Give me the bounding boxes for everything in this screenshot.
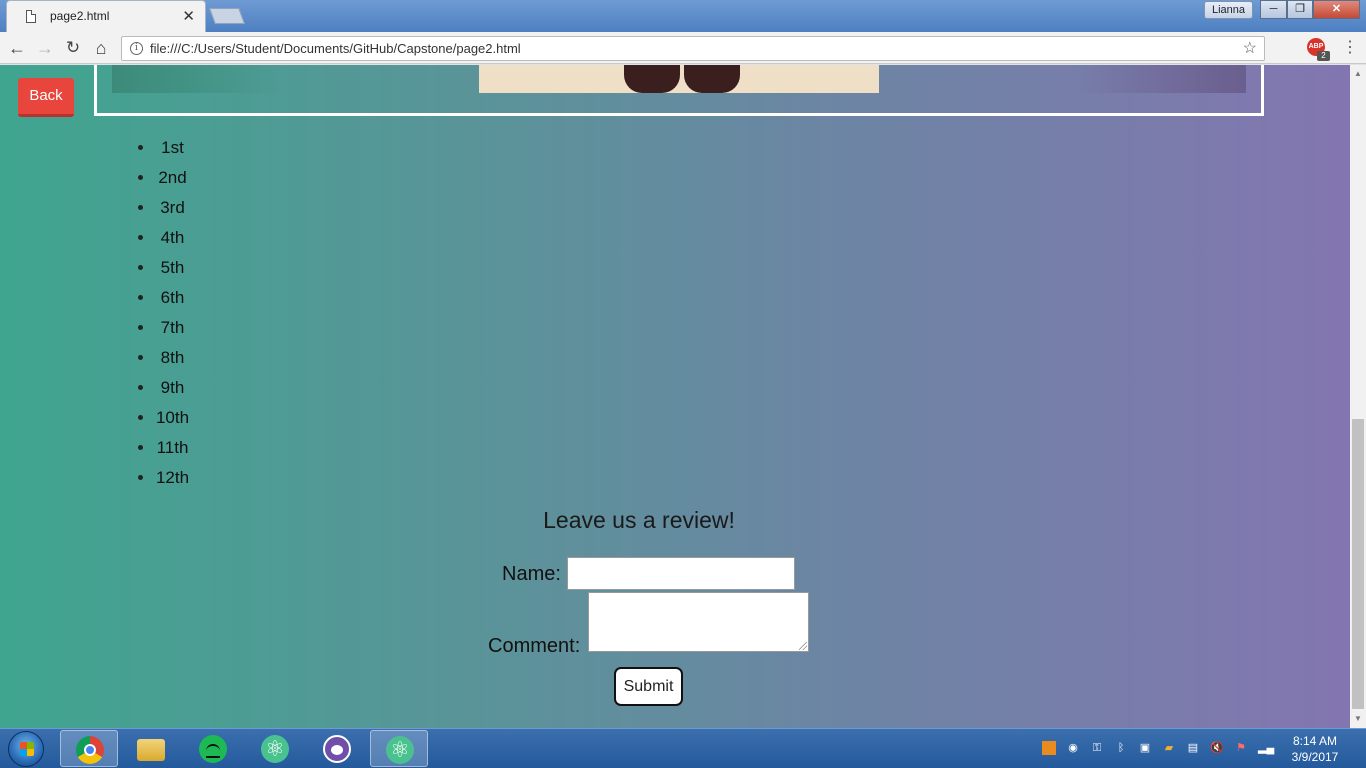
bullet-icon xyxy=(138,235,143,240)
list-item: 7th xyxy=(130,315,190,345)
list-item: 11th xyxy=(130,435,190,465)
scroll-down-icon[interactable]: ▼ xyxy=(1350,712,1366,726)
clock-time: 8:14 AM xyxy=(1292,734,1338,748)
tray-device-icon[interactable]: ▤ xyxy=(1186,741,1200,755)
bullet-icon xyxy=(138,415,143,420)
atom-icon xyxy=(261,735,289,763)
bookmark-star-icon[interactable]: ☆ xyxy=(1243,38,1257,58)
comment-textarea[interactable] xyxy=(588,592,809,652)
photo-figure-right xyxy=(684,65,740,93)
github-desktop-icon xyxy=(323,735,351,763)
network-signal-icon[interactable]: ▂▄ xyxy=(1258,741,1274,755)
tray-update-icon[interactable]: ◉ xyxy=(1066,741,1080,755)
tray-display-icon[interactable]: ▣ xyxy=(1138,741,1152,755)
info-icon[interactable]: i xyxy=(130,42,143,55)
atom-icon xyxy=(386,736,414,764)
taskbar-app-chrome[interactable] xyxy=(60,730,118,767)
document-icon xyxy=(26,10,36,23)
taskbar-app-spotify[interactable] xyxy=(184,730,242,767)
url-text[interactable]: file:///C:/Users/Student/Documents/GitHu… xyxy=(150,41,521,56)
comment-label: Comment: xyxy=(488,635,581,657)
grade-list: 1st 2nd 3rd 4th 5th 6th 7th 8th 9th 10th… xyxy=(130,135,190,495)
taskbar-app-github[interactable] xyxy=(308,730,366,767)
bullet-icon xyxy=(138,355,143,360)
bullet-icon xyxy=(138,265,143,270)
home-icon[interactable]: ⌂ xyxy=(90,37,112,59)
bullet-icon xyxy=(138,175,143,180)
bullet-icon xyxy=(138,445,143,450)
forward-arrow-icon[interactable]: → xyxy=(34,37,56,59)
chrome-icon xyxy=(76,736,104,764)
list-item: 12th xyxy=(130,465,190,495)
bluetooth-icon[interactable]: ᛒ xyxy=(1114,741,1128,755)
submit-button[interactable]: Submit xyxy=(614,667,683,706)
name-input[interactable] xyxy=(567,557,795,590)
resize-grip-icon[interactable] xyxy=(799,642,807,650)
bullet-icon xyxy=(138,385,143,390)
browser-toolbar: ← → ↻ ⌂ i file:///C:/Users/Student/Docum… xyxy=(0,32,1366,64)
browser-titlebar: page2.html ✕ Lianna ─ ❐ ✕ xyxy=(0,0,1366,32)
clock-date: 3/9/2017 xyxy=(1291,750,1339,764)
list-item: 8th xyxy=(130,345,190,375)
taskbar-app-atom-2[interactable] xyxy=(370,730,428,767)
list-item: 5th xyxy=(130,255,190,285)
taskbar-app-explorer[interactable] xyxy=(122,730,180,767)
spotify-icon xyxy=(199,735,227,763)
tray-key-icon[interactable]: ⚿ xyxy=(1090,741,1104,755)
page-viewport: Back 1st 2nd 3rd 4th 5th 6th 7th 8th 9th… xyxy=(0,65,1350,728)
minimize-button[interactable]: ─ xyxy=(1260,0,1287,19)
list-item: 6th xyxy=(130,285,190,315)
bullet-icon xyxy=(138,145,143,150)
tab-title: page2.html xyxy=(50,9,110,23)
bullet-icon xyxy=(138,295,143,300)
action-center-icon[interactable]: ⚑ xyxy=(1234,741,1248,755)
browser-menu-icon[interactable]: ⋮ xyxy=(1342,38,1358,58)
windows-taskbar: ◉ ⚿ ᛒ ▣ ▰ ▤ 🔇 ⚑ ▂▄ 8:14 AM 3/9/2017 xyxy=(0,728,1366,768)
list-item: 2nd xyxy=(130,165,190,195)
address-bar[interactable]: i file:///C:/Users/Student/Documents/Git… xyxy=(121,36,1265,61)
bullet-icon xyxy=(138,325,143,330)
back-button[interactable]: Back xyxy=(18,78,74,117)
list-item: 4th xyxy=(130,225,190,255)
tray-app-icon[interactable] xyxy=(1042,741,1056,755)
name-label: Name: xyxy=(502,563,561,585)
bullet-icon xyxy=(138,205,143,210)
list-item: 3rd xyxy=(130,195,190,225)
scroll-up-icon[interactable]: ▲ xyxy=(1350,67,1366,81)
file-explorer-icon xyxy=(137,739,165,761)
list-item: 10th xyxy=(130,405,190,435)
close-window-button[interactable]: ✕ xyxy=(1313,0,1360,19)
new-tab-button[interactable] xyxy=(209,8,245,24)
start-button[interactable] xyxy=(8,731,44,767)
taskbar-clock[interactable]: 8:14 AM 3/9/2017 xyxy=(1280,733,1350,765)
banner-photo xyxy=(479,65,879,93)
bullet-icon xyxy=(138,475,143,480)
browser-tab[interactable]: page2.html ✕ xyxy=(6,0,206,32)
taskbar-app-atom[interactable] xyxy=(246,730,304,767)
windows-logo-icon xyxy=(20,742,34,756)
reload-icon[interactable]: ↻ xyxy=(62,37,84,59)
tray-folder-icon[interactable]: ▰ xyxy=(1162,741,1176,755)
back-arrow-icon[interactable]: ← xyxy=(6,37,28,59)
list-item: 9th xyxy=(130,375,190,405)
profile-button[interactable]: Lianna xyxy=(1204,1,1253,19)
list-item: 1st xyxy=(130,135,190,165)
volume-muted-icon[interactable]: 🔇 xyxy=(1210,741,1224,755)
adblock-count-badge: 2 xyxy=(1317,51,1330,61)
photo-figure-left xyxy=(624,65,680,93)
restore-button[interactable]: ❐ xyxy=(1287,0,1313,19)
close-tab-icon[interactable]: ✕ xyxy=(182,7,195,25)
vertical-scrollbar[interactable]: ▲ ▼ xyxy=(1350,65,1366,728)
review-heading: Leave us a review! xyxy=(543,507,735,533)
scrollbar-thumb[interactable] xyxy=(1352,419,1364,709)
